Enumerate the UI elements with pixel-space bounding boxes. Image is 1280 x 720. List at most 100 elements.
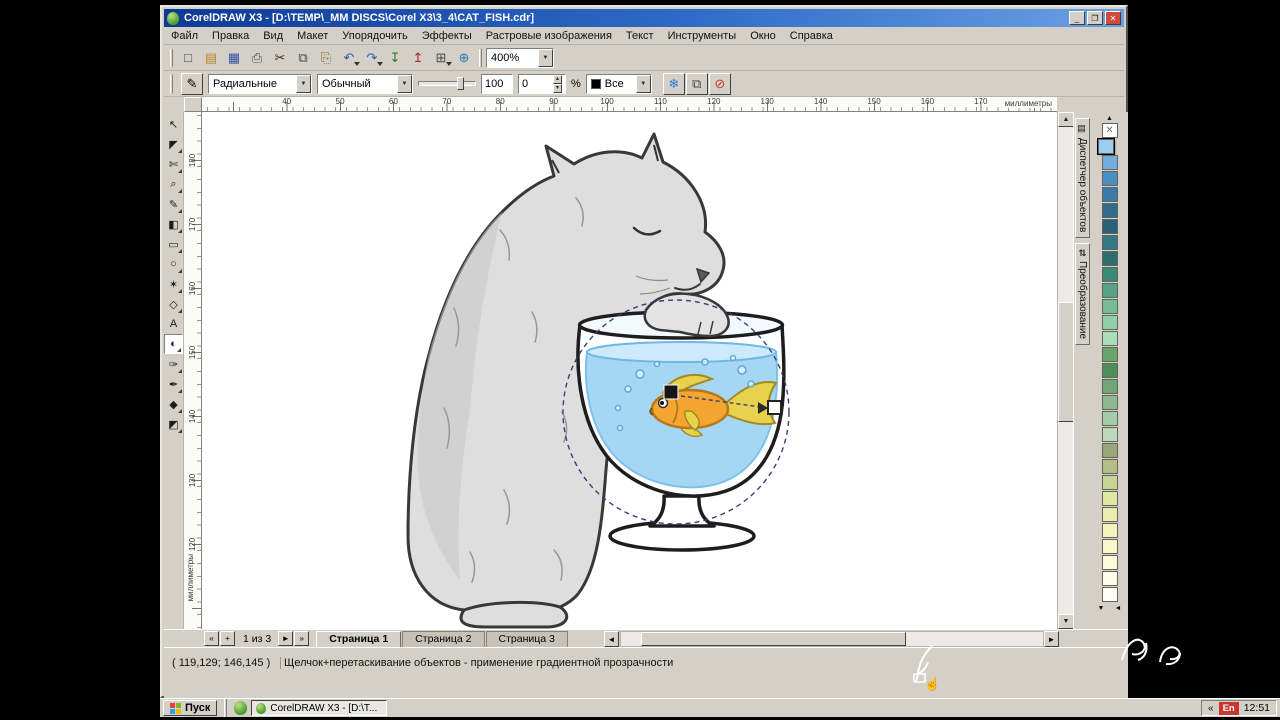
horizontal-ruler[interactable]: 405060708090100110120130140150160170 мил… (202, 97, 1057, 112)
application-launcher-button[interactable]: ⊞ (430, 47, 452, 69)
color-swatch[interactable] (1102, 171, 1118, 186)
transparency-target-select[interactable]: Все ▼ (586, 74, 652, 94)
scroll-up-icon[interactable]: ▲ (1058, 112, 1074, 127)
freeze-transparency-button[interactable]: ❄ (663, 73, 685, 95)
zoom-level-select[interactable]: 400% ▼ (486, 48, 554, 68)
toolbar-grip[interactable] (170, 75, 173, 93)
interactive-transparency-tool[interactable]: ◐ (164, 334, 183, 354)
transparency-angle-spinner[interactable]: 0 ▴ ▾ (518, 74, 566, 94)
copy-button[interactable]: ⧉ (292, 47, 314, 69)
chevron-down-icon[interactable]: ▼ (538, 49, 553, 67)
transparency-operation-select[interactable]: Обычный ▼ (317, 74, 413, 94)
add-page-button[interactable]: + (220, 631, 235, 646)
color-swatch[interactable] (1102, 155, 1118, 170)
color-swatch[interactable] (1102, 299, 1118, 314)
open-button[interactable]: ▤ (200, 47, 222, 69)
chevron-down-icon[interactable]: ▼ (296, 75, 311, 93)
close-button[interactable]: ✕ (1105, 11, 1121, 25)
corel-online-button[interactable]: ⊕ (453, 47, 475, 69)
freehand-tool[interactable]: ✎ (164, 194, 183, 214)
taskbar-task-button[interactable]: CorelDRAW X3 - [D:\T... (251, 700, 387, 716)
scroll-down-icon[interactable]: ▼ (1058, 614, 1074, 629)
color-swatch[interactable] (1102, 267, 1118, 282)
import-button[interactable]: ↧ (384, 47, 406, 69)
menu-item[interactable]: Окно (743, 28, 783, 44)
color-swatch[interactable] (1102, 187, 1118, 202)
minimize-button[interactable]: _ (1069, 11, 1085, 25)
color-swatch[interactable] (1102, 219, 1118, 234)
color-swatch[interactable] (1102, 475, 1118, 490)
menu-item[interactable]: Инструменты (661, 28, 744, 44)
docker-tab-object-manager[interactable]: ▤ Диспетчер объектов (1075, 118, 1090, 238)
transparency-midpoint-slider[interactable] (418, 81, 476, 86)
color-swatch[interactable] (1102, 331, 1118, 346)
polygon-tool[interactable]: ✶ (164, 274, 183, 294)
color-swatch[interactable] (1102, 363, 1118, 378)
shape-tool[interactable]: ◤ (164, 134, 183, 154)
fill-tool[interactable]: ◆ (164, 394, 183, 414)
color-swatch[interactable] (1102, 555, 1118, 570)
color-swatch[interactable] (1102, 587, 1118, 602)
ellipse-tool[interactable]: ○ (164, 254, 183, 274)
toolbar-grip[interactable] (479, 49, 482, 67)
export-button[interactable]: ↥ (407, 47, 429, 69)
undo-button[interactable]: ↶ (338, 47, 360, 69)
new-button[interactable]: □ (177, 47, 199, 69)
color-swatch[interactable] (1102, 539, 1118, 554)
copy-transparency-button[interactable]: ⧉ (686, 73, 708, 95)
color-swatch[interactable] (1102, 315, 1118, 330)
page-tab-2[interactable]: Страница 2 (402, 631, 484, 647)
pick-tool[interactable]: ↖ (164, 114, 183, 134)
save-button[interactable]: ▦ (223, 47, 245, 69)
color-swatch[interactable] (1102, 491, 1118, 506)
transparency-type-select[interactable]: Радиальные ▼ (208, 74, 312, 94)
chevron-down-icon[interactable]: ▼ (397, 75, 412, 93)
taskbar-grip[interactable] (224, 699, 227, 717)
edit-transparency-button[interactable]: ✎ (181, 73, 203, 95)
chevron-down-icon[interactable]: ▼ (636, 75, 651, 93)
horizontal-scrollbar[interactable]: ◄ ► (604, 631, 1059, 647)
color-swatch[interactable] (1102, 571, 1118, 586)
maximize-button[interactable]: ❐ (1087, 11, 1103, 25)
color-swatch[interactable] (1102, 235, 1118, 250)
clear-transparency-button[interactable]: ⊘ (709, 73, 731, 95)
color-swatch[interactable] (1102, 203, 1118, 218)
text-tool[interactable]: A (164, 314, 183, 334)
color-swatch[interactable] (1102, 427, 1118, 442)
start-button[interactable]: Пуск (163, 700, 217, 716)
slider-knob[interactable] (457, 77, 464, 90)
first-page-button[interactable]: « (204, 631, 219, 646)
scroll-left-icon[interactable]: ◄ (604, 631, 619, 647)
color-swatch[interactable] (1102, 283, 1118, 298)
tray-chevron-icon[interactable]: « (1208, 703, 1214, 714)
spin-down-icon[interactable]: ▾ (553, 84, 562, 93)
ruler-origin-box[interactable] (184, 97, 202, 112)
scroll-right-icon[interactable]: ► (1044, 631, 1059, 647)
print-button[interactable]: ⎙ (246, 47, 268, 69)
rectangle-tool[interactable]: ▭ (164, 234, 183, 254)
vertical-scroll-thumb[interactable] (1058, 302, 1074, 422)
interactive-fill-tool[interactable]: ◩ (164, 414, 183, 434)
redo-button[interactable]: ↷ (361, 47, 383, 69)
menu-item[interactable]: Упорядочить (335, 28, 414, 44)
page-tab-1[interactable]: Страница 1 (316, 631, 401, 647)
drawing-canvas[interactable] (202, 112, 1057, 629)
color-swatch[interactable] (1102, 459, 1118, 474)
color-swatch[interactable] (1102, 251, 1118, 266)
docker-tab-transformation[interactable]: ⇄ Преобразование (1075, 243, 1090, 345)
language-indicator[interactable]: En (1219, 702, 1239, 715)
color-swatch[interactable] (1102, 395, 1118, 410)
color-swatch[interactable] (1102, 507, 1118, 522)
paste-button[interactable]: ⎘ (315, 47, 337, 69)
palette-expand-icon[interactable]: ◄ (1110, 603, 1126, 613)
title-bar[interactable]: CorelDRAW X3 - [D:\TEMP\_MM DISCS\Corel … (164, 9, 1124, 27)
palette-scroll-up-icon[interactable]: ▲ (1102, 113, 1118, 123)
menu-item[interactable]: Растровые изображения (479, 28, 619, 44)
zoom-tool[interactable]: ⌕ (164, 174, 183, 194)
quicklaunch-coreldraw-icon[interactable] (234, 701, 247, 715)
color-swatch[interactable] (1102, 523, 1118, 538)
color-swatch[interactable] (1102, 443, 1118, 458)
menu-item[interactable]: Эффекты (415, 28, 479, 44)
color-swatch[interactable] (1102, 411, 1118, 426)
eyedropper-tool[interactable]: ✑ (164, 354, 183, 374)
